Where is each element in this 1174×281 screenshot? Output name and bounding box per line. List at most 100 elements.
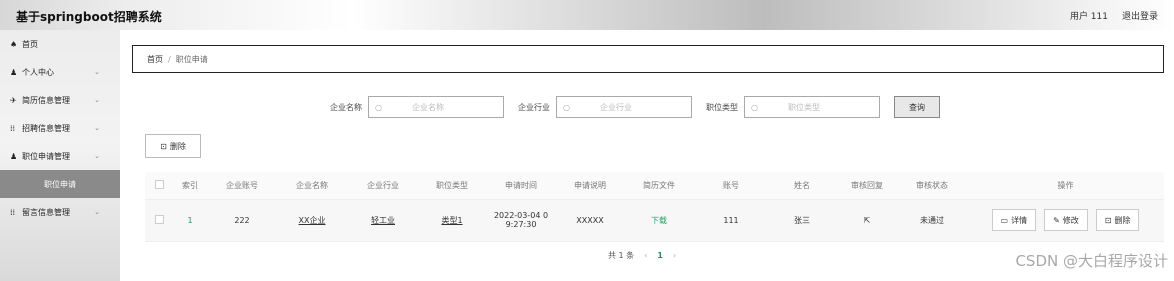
pagination-total: 共 1 条 <box>608 251 635 260</box>
sidebar-item-label: 职位申请 <box>44 179 76 189</box>
chevron-down-icon: ⌄ <box>94 68 100 76</box>
header-apply-note: 申请说明 <box>557 172 623 200</box>
top-right-area: 用户 111 退出登录 <box>1070 9 1158 22</box>
delete-label: 删除 <box>1114 215 1131 225</box>
edit-label: 修改 <box>1062 215 1079 225</box>
header-index: 索引 <box>173 172 207 200</box>
sidebar-item-recruit[interactable]: ⁞⁞ 招聘信息管理 ⌄ <box>0 114 120 142</box>
header-review-status: 审核状态 <box>897 172 967 200</box>
cursor-icon: ⇱ <box>863 215 871 225</box>
sidebar-item-label: 职位申请管理 <box>22 151 70 161</box>
apply-date: 2022-03-04 0 <box>493 211 549 220</box>
header-company-name: 企业名称 <box>277 172 347 200</box>
grid-icon: ⁞⁞ <box>10 207 16 217</box>
header-apply-time: 申请时间 <box>485 172 557 200</box>
sidebar-item-application[interactable]: ♟ 职位申请管理 ⌄ <box>0 142 120 170</box>
input-placeholder: 企业行业 <box>599 102 632 112</box>
header-review-reply: 审核回复 <box>837 172 897 200</box>
header-industry: 企业行业 <box>347 172 419 200</box>
query-button[interactable]: 查询 <box>894 96 940 118</box>
company-name-label: 企业名称 <box>330 102 362 112</box>
page-number[interactable]: 1 <box>657 251 663 260</box>
cell-company-name: XX企业 <box>277 199 347 242</box>
sidebar-item-messages[interactable]: ⁞⁞ 留言信息管理 ⌄ <box>0 198 120 226</box>
chevron-down-icon: ⌄ <box>94 208 100 216</box>
cell-actions: ▭ 详情 ✎ 修改 ⊡ 删除 <box>967 199 1164 242</box>
home-icon: ♠ <box>10 39 18 49</box>
user-icon: ♟ <box>10 67 18 77</box>
cell-name: 张三 <box>767 199 837 242</box>
search-bar: 企业名称 ○ 企业名称 企业行业 ○ 企业行业 职位类型 ○ 职位类型 查询 <box>330 96 940 118</box>
industry-label: 企业行业 <box>518 102 550 112</box>
cell-apply-note: XXXXX <box>557 199 623 242</box>
table-header-row: 索引 企业账号 企业名称 企业行业 职位类型 申请时间 申请说明 简历文件 账号… <box>145 172 1164 200</box>
search-icon: ○ <box>751 102 758 112</box>
breadcrumb-home[interactable]: 首页 <box>147 54 163 65</box>
document-icon: ▭ <box>1000 215 1009 225</box>
header-resume: 简历文件 <box>623 172 695 200</box>
sidebar-item-home[interactable]: ♠ 首页 <box>0 30 120 58</box>
sidebar-subitem-job-application[interactable]: 职位申请 <box>0 170 120 198</box>
cell-industry: 轻工业 <box>347 199 419 242</box>
sidebar: ♠ 首页 ♟ 个人中心 ⌄ ✈ 简历信息管理 ⌄ ⁞⁞ 招聘信息管理 ⌄ ♟ 职… <box>0 30 120 281</box>
data-table: 索引 企业账号 企业名称 企业行业 职位类型 申请时间 申请说明 简历文件 账号… <box>145 172 1164 242</box>
checkbox[interactable] <box>154 179 164 189</box>
edit-button[interactable]: ✎ 修改 <box>1044 209 1088 231</box>
trash-icon: ⊡ <box>160 141 167 151</box>
industry-input[interactable]: ○ 企业行业 <box>556 96 692 118</box>
resume-download-link[interactable]: 下载 <box>623 199 695 242</box>
header-account: 账号 <box>695 172 767 200</box>
sidebar-item-label: 留言信息管理 <box>22 207 70 217</box>
grid-icon: ⁞⁞ <box>10 123 16 133</box>
batch-delete-button[interactable]: ⊡ 删除 <box>145 134 201 158</box>
delete-label: 删除 <box>169 141 186 151</box>
row-delete-button[interactable]: ⊡ 删除 <box>1095 209 1140 231</box>
sidebar-item-profile[interactable]: ♟ 个人中心 ⌄ <box>0 58 120 86</box>
input-placeholder: 职位类型 <box>787 102 820 112</box>
company-name-input[interactable]: ○ 企业名称 <box>368 96 504 118</box>
prev-page-button[interactable]: ‹ <box>644 251 647 260</box>
header-job-type: 职位类型 <box>419 172 485 200</box>
cell-review-reply: ⇱ <box>837 199 897 242</box>
app-title: 基于springboot招聘系统 <box>16 10 162 24</box>
top-bar: 基于springboot招聘系统 用户 111 退出登录 <box>0 0 1174 30</box>
pagination: 共 1 条 ‹ 1 › <box>608 250 676 261</box>
next-page-button[interactable]: › <box>673 251 676 260</box>
checkbox[interactable] <box>154 214 164 224</box>
detail-label: 详情 <box>1011 215 1028 225</box>
chevron-down-icon: ⌄ <box>94 96 100 104</box>
input-placeholder: 企业名称 <box>411 102 444 112</box>
sidebar-item-label: 个人中心 <box>22 67 54 77</box>
job-type-label: 职位类型 <box>706 102 738 112</box>
logout-link[interactable]: 退出登录 <box>1122 9 1158 22</box>
job-type-input[interactable]: ○ 职位类型 <box>744 96 880 118</box>
sidebar-item-resume[interactable]: ✈ 简历信息管理 ⌄ <box>0 86 120 114</box>
header-company-account: 企业账号 <box>207 172 277 200</box>
cell-review-status: 未通过 <box>897 199 967 242</box>
search-icon: ○ <box>375 102 382 112</box>
cell-company-account: 222 <box>207 199 277 242</box>
chevron-down-icon: ⌄ <box>94 152 100 160</box>
header-name: 姓名 <box>767 172 837 200</box>
breadcrumb-current: 职位申请 <box>175 54 208 64</box>
cell-account: 111 <box>695 199 767 242</box>
user-icon: ♟ <box>10 151 18 161</box>
detail-button[interactable]: ▭ 详情 <box>991 209 1037 231</box>
pencil-icon: ✎ <box>1053 215 1060 225</box>
sidebar-item-label: 首页 <box>22 39 38 49</box>
trash-icon: ⊡ <box>1104 215 1112 225</box>
cell-index: 1 <box>173 199 207 242</box>
user-label: 用户 111 <box>1069 12 1108 22</box>
row-select[interactable] <box>145 199 173 242</box>
search-icon: ○ <box>563 102 570 112</box>
chevron-down-icon: ⌄ <box>94 124 100 132</box>
breadcrumb: 首页 / 职位申请 <box>132 45 1164 73</box>
header-actions: 操作 <box>967 172 1164 200</box>
sidebar-item-label: 简历信息管理 <box>22 95 70 105</box>
header-select-all[interactable] <box>145 172 173 200</box>
sidebar-item-label: 招聘信息管理 <box>22 123 70 133</box>
watermark: CSDN @大白程序设计 <box>1015 252 1168 270</box>
apply-clock: 9:27:30 <box>505 220 537 229</box>
send-icon: ✈ <box>10 95 17 105</box>
table-row: 1 222 XX企业 轻工业 类型1 2022-03-04 0 9:27:30 … <box>145 199 1164 242</box>
